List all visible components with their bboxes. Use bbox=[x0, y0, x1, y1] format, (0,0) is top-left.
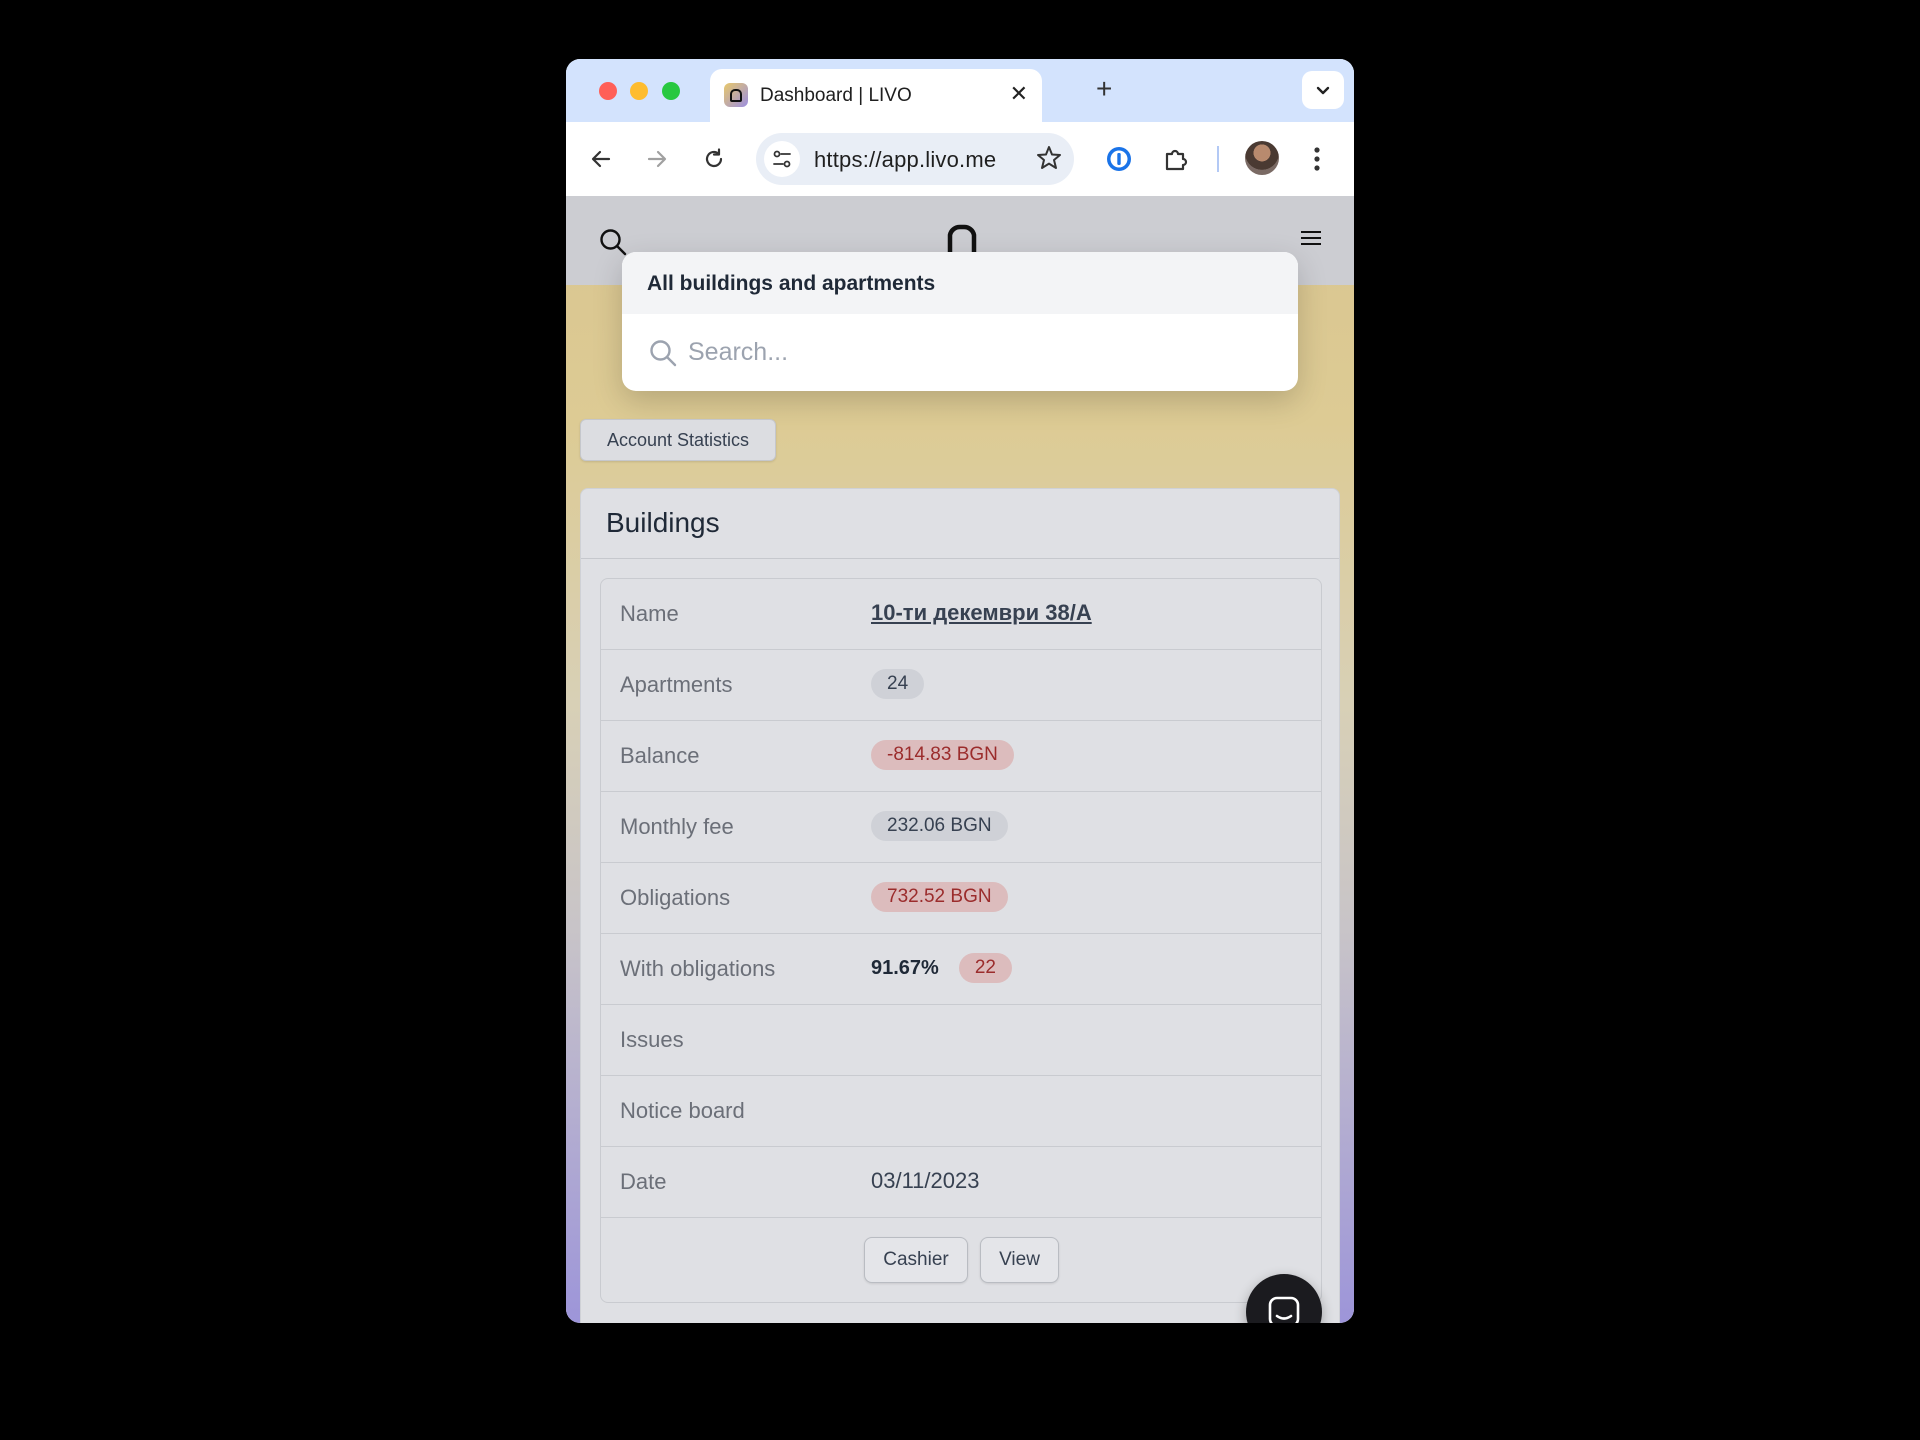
browser-window: Dashboard | LIVO ✕ + https://app.livo.me… bbox=[566, 59, 1354, 1323]
close-tab-icon[interactable]: ✕ bbox=[1010, 81, 1028, 107]
url-text: https://app.livo.me bbox=[814, 147, 997, 172]
chat-icon bbox=[1268, 1296, 1300, 1323]
star-icon[interactable] bbox=[1034, 143, 1064, 178]
chevron-down-icon bbox=[1316, 86, 1330, 95]
row-label: Obligations bbox=[620, 885, 731, 910]
monthly-fee-badge: 232.06 BGN bbox=[871, 811, 1008, 841]
card-title: Buildings bbox=[606, 507, 720, 538]
tab-dashboard[interactable]: Dashboard | LIVO ✕ bbox=[710, 69, 1042, 122]
reload-button[interactable] bbox=[697, 142, 731, 176]
forward-button[interactable] bbox=[640, 142, 674, 176]
more-vertical-icon bbox=[1314, 147, 1320, 171]
table-row: Notice board bbox=[601, 1076, 1321, 1147]
table-row: Apartments 24 bbox=[601, 650, 1321, 721]
row-label: Issues bbox=[620, 1027, 684, 1052]
search-input[interactable] bbox=[688, 332, 1268, 372]
maximize-window-button[interactable] bbox=[662, 82, 680, 100]
close-window-button[interactable] bbox=[599, 82, 617, 100]
building-name-link[interactable]: 10-ти декември 38/А bbox=[871, 600, 1092, 626]
tab-strip: Dashboard | LIVO ✕ + bbox=[566, 59, 1354, 122]
building-details-table: Name 10-ти декември 38/А Apartments 24 B… bbox=[600, 578, 1322, 1303]
address-bar[interactable]: https://app.livo.me bbox=[756, 133, 1074, 185]
header-search-button[interactable] bbox=[598, 227, 628, 262]
hamburger-menu-icon[interactable] bbox=[1300, 229, 1322, 252]
obligations-badge: 732.52 BGN bbox=[871, 882, 1008, 912]
browser-toolbar: https://app.livo.me bbox=[566, 122, 1354, 196]
minimize-window-button[interactable] bbox=[630, 82, 648, 100]
row-label: Apartments bbox=[620, 672, 733, 697]
table-row: With obligations 91.67% 22 bbox=[601, 934, 1321, 1005]
row-label: Balance bbox=[620, 743, 700, 768]
view-button[interactable]: View bbox=[980, 1237, 1059, 1283]
page-content: All buildings and apartments Account Sta… bbox=[566, 196, 1354, 1323]
tab-search-button[interactable] bbox=[1302, 71, 1344, 109]
reload-icon bbox=[705, 148, 723, 168]
buildings-card: Buildings Name 10-ти декември 38/А Apart… bbox=[580, 488, 1340, 1323]
arrow-right-icon bbox=[647, 150, 667, 168]
obligations-count-badge: 22 bbox=[958, 953, 1012, 983]
dropdown-heading[interactable]: All buildings and apartments bbox=[622, 252, 1298, 314]
divider bbox=[581, 558, 1339, 559]
table-row: Date 03/11/2023 bbox=[601, 1147, 1321, 1218]
password-manager-icon[interactable] bbox=[1102, 142, 1136, 176]
site-settings-icon[interactable] bbox=[764, 141, 800, 177]
arrow-left-icon bbox=[591, 150, 611, 168]
profile-avatar[interactable] bbox=[1245, 141, 1279, 175]
new-tab-button[interactable]: + bbox=[1096, 73, 1112, 105]
table-row: Monthly fee 232.06 BGN bbox=[601, 792, 1321, 863]
browser-menu-button[interactable] bbox=[1300, 142, 1334, 176]
row-label: Notice board bbox=[620, 1098, 745, 1123]
cashier-button[interactable]: Cashier bbox=[864, 1237, 968, 1283]
row-label: With obligations bbox=[620, 956, 776, 981]
account-statistics-button[interactable]: Account Statistics bbox=[580, 419, 776, 461]
row-actions: Cashier View bbox=[601, 1218, 1321, 1302]
table-row: Obligations 732.52 BGN bbox=[601, 863, 1321, 934]
apartments-badge: 24 bbox=[871, 669, 925, 699]
buildings-dropdown: All buildings and apartments bbox=[622, 252, 1298, 391]
row-label: Date bbox=[620, 1169, 667, 1194]
favicon-icon bbox=[724, 83, 748, 107]
dropdown-search bbox=[622, 314, 1298, 391]
date-value: 03/11/2023 bbox=[871, 1168, 980, 1193]
table-row: Issues bbox=[601, 1005, 1321, 1076]
row-label: Monthly fee bbox=[620, 814, 734, 839]
toolbar-separator bbox=[1217, 146, 1219, 172]
table-row: Balance -814.83 BGN bbox=[601, 721, 1321, 792]
search-icon bbox=[648, 338, 678, 373]
tab-title: Dashboard | LIVO bbox=[760, 85, 912, 106]
search-icon bbox=[600, 229, 627, 256]
obligations-percent: 91.67% bbox=[871, 956, 939, 979]
extensions-icon[interactable] bbox=[1159, 142, 1193, 176]
back-button[interactable] bbox=[584, 142, 618, 176]
row-label: Name bbox=[620, 601, 679, 626]
balance-badge: -814.83 BGN bbox=[871, 740, 1014, 770]
table-row: Name 10-ти декември 38/А bbox=[601, 579, 1321, 650]
